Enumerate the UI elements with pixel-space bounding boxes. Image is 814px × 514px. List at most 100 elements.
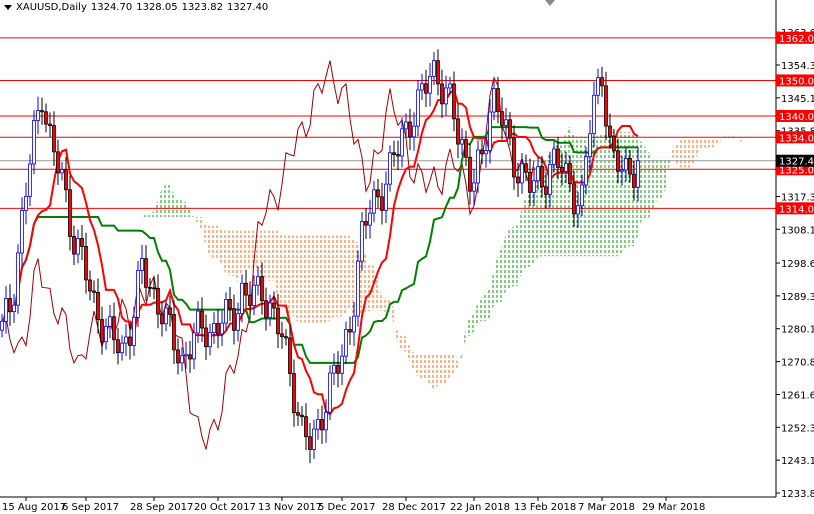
bearish-candle [156, 287, 160, 315]
bullish-candle [0, 320, 4, 331]
cloud-bullish-segment [186, 202, 190, 217]
cloud-bullish-segment [130, 245, 134, 260]
bearish-candle [480, 149, 484, 155]
bullish-candle [312, 428, 316, 450]
dropdown-triangle-icon[interactable] [4, 5, 12, 10]
date-label: 15 Aug 2017 [2, 502, 66, 513]
cloud-bearish-segment [282, 235, 286, 313]
cloud-bearish-segment [222, 230, 226, 275]
cloud-bullish-segment [494, 253, 498, 305]
date-label: 13 Feb 2018 [514, 502, 576, 513]
cloud-bearish-segment [234, 230, 238, 283]
bullish-candle [388, 152, 392, 185]
cloud-bearish-segment [278, 230, 282, 305]
bullish-candle [352, 315, 356, 333]
date-label: 13 Nov 2017 [258, 502, 322, 513]
bearish-candle [260, 276, 264, 302]
bearish-candle [632, 173, 636, 188]
bearish-candle [92, 290, 96, 293]
cloud-bearish-segment [246, 230, 250, 270]
cloud-bearish-segment [690, 138, 694, 168]
cloud-bearish-segment [366, 257, 370, 312]
bearish-candle [272, 302, 276, 309]
cloud-bullish-segment [618, 130, 622, 257]
price-chart[interactable]: 1363.601354.351345.101335.851317.351308.… [0, 0, 814, 514]
bullish-candle [564, 163, 568, 172]
bearish-candle [604, 85, 608, 127]
bullish-candle [532, 180, 536, 193]
bearish-candle [68, 189, 72, 237]
cloud-bullish-segment [662, 157, 666, 198]
bearish-candle [308, 436, 312, 450]
bullish-candle [28, 163, 32, 197]
bearish-candle [468, 156, 472, 192]
bullish-candle [120, 342, 124, 354]
shift-marker-icon[interactable] [545, 0, 555, 6]
cloud-bullish-segment [598, 134, 602, 257]
bearish-candle [40, 110, 44, 113]
cloud-bullish-segment [122, 267, 126, 291]
price-tick-label: 1270.85 [781, 358, 814, 369]
bearish-candle [232, 308, 236, 331]
bullish-candle [240, 282, 244, 315]
price-tick-label: 1345.10 [781, 94, 814, 105]
bearish-candle [496, 88, 500, 113]
cloud-bearish-segment [702, 138, 706, 149]
cloud-bearish-segment [426, 354, 430, 388]
cloud-bullish-segment [510, 226, 514, 289]
cloud-bearish-segment [338, 235, 342, 317]
level-label: 1314.00 [779, 204, 814, 215]
cloud-bearish-segment [682, 138, 686, 168]
cloud-bullish-segment [514, 225, 518, 286]
cloud-bearish-segment [446, 354, 450, 384]
bullish-candle [552, 148, 556, 165]
bearish-candle [456, 118, 460, 145]
price-tick-label: 1354.35 [781, 61, 814, 72]
bearish-candle [176, 349, 180, 364]
price-tick-label: 1252.35 [781, 423, 814, 434]
bearish-candle [392, 152, 396, 156]
bullish-candle [212, 323, 216, 333]
bullish-candle [224, 299, 228, 324]
symbol-label: XAUUSD,Daily [16, 2, 87, 13]
bearish-candle [408, 121, 412, 138]
bullish-candle [332, 364, 336, 374]
bullish-candle [484, 150, 488, 155]
cloud-bullish-segment [486, 288, 490, 321]
cloud-bearish-segment [394, 309, 398, 345]
bearish-candle [84, 246, 88, 281]
cloud-bullish-segment [466, 316, 470, 338]
bullish-candle [344, 329, 348, 357]
bearish-candle [544, 186, 548, 195]
cloud-bearish-segment [418, 354, 422, 379]
bullish-candle [4, 298, 8, 322]
bullish-candle [324, 411, 328, 431]
bullish-candle [136, 270, 140, 318]
cloud-bearish-segment [678, 138, 682, 168]
cloud-bearish-segment [402, 335, 406, 352]
bearish-candle [452, 83, 456, 120]
low-value: 1323.82 [181, 2, 223, 13]
open-value: 1324.70 [90, 2, 133, 13]
bullish-candle [372, 189, 376, 214]
bullish-candle [316, 419, 320, 430]
bullish-candle [208, 332, 212, 348]
close-value: 1327.40 [226, 2, 269, 13]
bearish-candle [528, 171, 532, 193]
cloud-bearish-segment [738, 138, 742, 142]
bullish-candle [356, 260, 360, 317]
bullish-candle [236, 313, 240, 331]
bullish-candle [252, 284, 256, 306]
cloud-bearish-segment [218, 225, 222, 265]
bearish-candle [100, 319, 104, 343]
price-tick-label: 1243.10 [781, 456, 814, 467]
bearish-candle [80, 238, 84, 247]
bearish-candle [364, 221, 368, 226]
date-label: 6 Sep 2017 [62, 502, 119, 513]
cloud-bullish-segment [126, 259, 130, 268]
cloud-bearish-segment [694, 138, 698, 164]
bearish-candle [48, 123, 52, 126]
bearish-candle [516, 176, 520, 184]
bearish-candle [88, 279, 92, 292]
bearish-candle [568, 163, 572, 185]
